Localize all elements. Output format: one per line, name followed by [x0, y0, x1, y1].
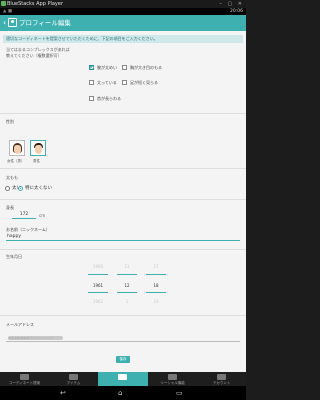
- android-status-bar: ▲ ■ 20:06: [0, 8, 246, 15]
- avatar-female[interactable]: [9, 140, 25, 156]
- info-banner: 適切なコーディネートを提案させていただくために、下記の項目をご入力ください。: [3, 35, 243, 43]
- complex-option-label: 足が短く見らる: [130, 80, 158, 85]
- complex-option-0[interactable]: 腕が太めい: [89, 64, 117, 72]
- complex-question-line2: 教えてください（複数選択可）: [6, 53, 62, 58]
- bluestacks-logo-icon: [1, 1, 6, 6]
- bottom-navigation: コーディネート提案 アイテム ソーシャル機能 アカウント: [0, 372, 246, 386]
- camera-icon: [118, 374, 127, 380]
- back-arrow-icon[interactable]: ‹: [3, 18, 6, 28]
- picker-month[interactable]: 11: [117, 263, 137, 270]
- email-input[interactable]: ●●●●●●●@yahoo.co.jp: [6, 335, 240, 342]
- radio-label: 特に太くない: [25, 186, 52, 191]
- picker-month[interactable]: 1: [117, 298, 137, 305]
- checkbox-checked-icon[interactable]: [89, 65, 94, 70]
- picker-year[interactable]: 1960: [88, 263, 108, 270]
- complex-question: 当てはまるコンプレックスがあれば 教えてください（複数選択可）: [6, 47, 70, 59]
- complex-option-label: 太っている: [97, 80, 117, 85]
- radio-icon[interactable]: [5, 186, 10, 191]
- nickname-input[interactable]: happy: [6, 234, 240, 241]
- picker-row[interactable]: 1962 1 19: [70, 298, 180, 305]
- app-screen: ‹ プロフィール編集 適切なコーディネートを提案させていただくために、下記の項目…: [0, 15, 246, 372]
- checkbox-icon[interactable]: [122, 80, 127, 85]
- hanger-icon: [20, 374, 29, 380]
- face-icon: [14, 145, 21, 154]
- shirt-icon: [69, 374, 78, 380]
- avatar-male[interactable]: [30, 140, 46, 156]
- social-icon: [168, 374, 177, 380]
- complex-option-2[interactable]: 太っている: [89, 79, 117, 87]
- radio-selected-icon[interactable]: [18, 186, 23, 191]
- picker-selection-line: [88, 274, 108, 275]
- page-title: プロフィール編集: [19, 19, 71, 27]
- home-icon[interactable]: ⌂: [118, 389, 122, 397]
- section-divider: [0, 113, 246, 114]
- email-value: ●●●●●●●@yahoo.co.jp: [8, 336, 53, 340]
- account-icon: [217, 374, 226, 380]
- picker-year[interactable]: 1961: [88, 282, 108, 289]
- tab-account[interactable]: アカウント: [197, 372, 246, 386]
- male-label: 男性: [33, 159, 40, 163]
- complex-option-label: 腕が太めい: [97, 65, 117, 70]
- tab-camera[interactable]: [98, 372, 148, 386]
- complex-option-label: 胸が大き目のもる: [130, 65, 162, 70]
- face-icon: [35, 145, 42, 154]
- female-label: 女性（男）: [7, 159, 25, 163]
- section-divider: [0, 168, 246, 169]
- status-icons: ▲ ■: [3, 9, 13, 14]
- recent-apps-icon[interactable]: ▭: [176, 389, 183, 397]
- system-navigation-bar: ↩ ⌂ ▭: [0, 386, 246, 400]
- status-time: 20:06: [230, 9, 243, 14]
- window-controls[interactable]: – ▢ ✕: [219, 0, 244, 8]
- picker-day[interactable]: 17: [146, 263, 166, 270]
- nickname-label: お名前（ニックネーム）: [6, 227, 50, 232]
- height-unit: cm: [39, 213, 46, 218]
- app-header: ‹ プロフィール編集: [0, 15, 246, 31]
- body-label: 太もも: [6, 175, 18, 180]
- section-divider: [0, 315, 246, 316]
- window-titlebar: BlueStacks App Player – ▢ ✕: [0, 0, 246, 8]
- picker-month[interactable]: 12: [117, 282, 137, 289]
- window-title: BlueStacks App Player: [7, 1, 64, 7]
- complex-option-1[interactable]: 胸が大き目のもる: [122, 64, 162, 72]
- picker-day[interactable]: 18: [146, 282, 166, 289]
- height-label: 身長: [6, 205, 14, 210]
- picker-day[interactable]: 19: [146, 298, 166, 305]
- complex-option-3[interactable]: 足が短く見らる: [122, 79, 158, 87]
- gender-label: 性別: [6, 119, 14, 124]
- birthday-label: 生年月日: [6, 254, 22, 259]
- checkbox-icon[interactable]: [89, 96, 94, 101]
- picker-selection-line: [146, 292, 166, 293]
- picker-year[interactable]: 1962: [88, 298, 108, 305]
- email-label: メールアドレス: [6, 322, 34, 327]
- save-button[interactable]: 保存: [116, 356, 130, 363]
- picker-row-selected[interactable]: 1961 12 18: [70, 282, 180, 289]
- height-input[interactable]: 172: [12, 212, 36, 219]
- checkbox-icon[interactable]: [89, 80, 94, 85]
- picker-selection-line: [146, 274, 166, 275]
- complex-option-label: 首が長らわる: [97, 96, 121, 101]
- bluestacks-window: BlueStacks App Player – ▢ ✕ ▲ ■ 20:06 ‹ …: [0, 0, 246, 400]
- section-divider: [0, 249, 246, 250]
- complex-option-4[interactable]: 首が長らわる: [89, 95, 121, 103]
- section-divider: [0, 199, 246, 200]
- tab-coordinate[interactable]: コーディネート提案: [0, 372, 49, 386]
- tab-social[interactable]: ソーシャル機能: [148, 372, 197, 386]
- back-icon[interactable]: ↩: [60, 389, 66, 397]
- picker-selection-line: [88, 292, 108, 293]
- picker-selection-line: [117, 292, 137, 293]
- picker-selection-line: [117, 274, 137, 275]
- profile-icon: [8, 18, 17, 27]
- tab-items[interactable]: アイテム: [49, 372, 98, 386]
- body-option-1[interactable]: 特に太くない: [18, 185, 52, 192]
- picker-row[interactable]: 1960 11 17: [70, 263, 180, 270]
- checkbox-icon[interactable]: [122, 65, 127, 70]
